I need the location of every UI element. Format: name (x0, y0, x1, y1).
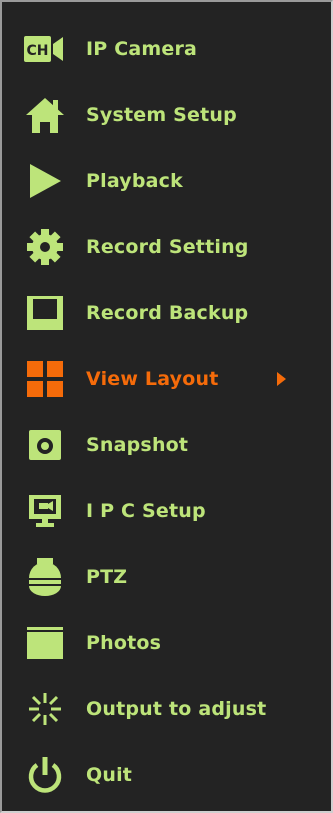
folder-icon (24, 622, 66, 664)
monitor-icon (24, 490, 66, 532)
menu-item-label: Output to adjust (86, 698, 267, 720)
menu-item-record-setting[interactable]: Record Setting (2, 221, 331, 273)
menu-item-label: System Setup (86, 104, 237, 126)
menu-item-label: Photos (86, 632, 162, 654)
menu-item-system-setup[interactable]: System Setup (2, 89, 331, 141)
menu-item-ptz[interactable]: PTZ (2, 551, 331, 603)
menu-item-label: Quit (86, 764, 133, 786)
menu-item-label: Playback (86, 170, 183, 192)
menu-item-ip-camera[interactable]: CH IP Camera (2, 23, 331, 75)
floppy-disk-icon (24, 292, 66, 334)
ip-camera-icon: CH (24, 28, 66, 70)
menu-item-ipc-setup[interactable]: I P C Setup (2, 485, 331, 537)
menu-item-label: Record Setting (86, 236, 249, 258)
menu-item-label: PTZ (86, 566, 128, 588)
brightness-icon (24, 688, 66, 730)
ptz-dome-icon (24, 556, 66, 598)
menu-item-photos[interactable]: Photos (2, 617, 331, 669)
context-menu: CH IP Camera System Setup Playback Recor… (0, 0, 333, 813)
menu-item-record-backup[interactable]: Record Backup (2, 287, 331, 339)
camera-icon (24, 424, 66, 466)
menu-item-playback[interactable]: Playback (2, 155, 331, 207)
menu-item-label: I P C Setup (86, 500, 206, 522)
gear-icon (24, 226, 66, 268)
home-icon (24, 94, 66, 136)
menu-item-view-layout[interactable]: View Layout (2, 353, 331, 405)
menu-item-quit[interactable]: Quit (2, 749, 331, 801)
power-icon (24, 754, 66, 796)
play-icon (24, 160, 66, 202)
menu-item-label: IP Camera (86, 38, 198, 60)
menu-item-label: View Layout (86, 368, 219, 390)
menu-item-label: Record Backup (86, 302, 249, 324)
grid-layout-icon (24, 358, 66, 400)
menu-item-snapshot[interactable]: Snapshot (2, 419, 331, 471)
menu-item-output-to-adjust[interactable]: Output to adjust (2, 683, 331, 735)
menu-item-label: Snapshot (86, 434, 189, 456)
ip-camera-badge-text: CH (27, 43, 49, 59)
submenu-arrow-icon (277, 372, 286, 386)
